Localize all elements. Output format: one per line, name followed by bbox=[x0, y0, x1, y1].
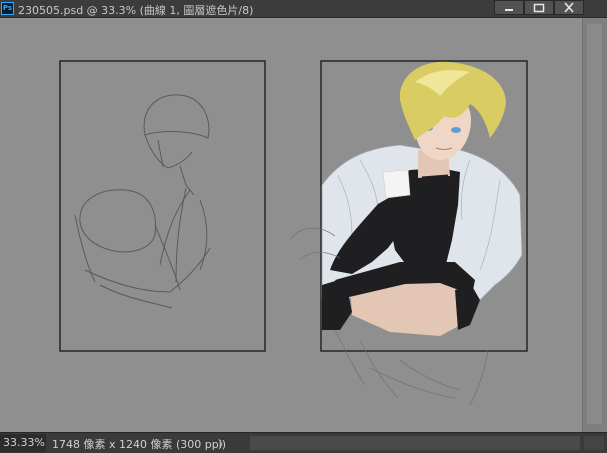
status-menu-arrow[interactable]: 〉 bbox=[218, 436, 229, 452]
paper-card bbox=[382, 169, 411, 199]
rough-sketch bbox=[74, 94, 211, 309]
minimize-button[interactable] bbox=[494, 0, 524, 15]
minimize-icon bbox=[505, 9, 513, 11]
resize-corner[interactable] bbox=[584, 436, 604, 450]
document-size-info: 1748 像素 x 1240 像素 (300 ppi) bbox=[52, 438, 227, 451]
document-canvas[interactable] bbox=[0, 18, 582, 432]
maximize-icon bbox=[533, 3, 545, 13]
zoom-level-field[interactable]: 33.33% bbox=[0, 434, 46, 452]
vertical-scrollbar[interactable] bbox=[582, 18, 607, 432]
vertical-scroll-thumb[interactable] bbox=[587, 24, 602, 424]
title-bar: Ps 230505.psd @ 33.3% (曲線 1, 圖層遮色片/8) bbox=[0, 0, 607, 18]
artwork bbox=[59, 60, 528, 406]
horizontal-scrollbar[interactable] bbox=[250, 436, 580, 450]
photoshop-app-icon: Ps bbox=[1, 2, 14, 15]
close-icon bbox=[564, 2, 574, 13]
maximize-button[interactable] bbox=[524, 0, 554, 15]
document-tab-title[interactable]: 230505.psd @ 33.3% (曲線 1, 圖層遮色片/8) bbox=[18, 2, 253, 18]
left-artboard bbox=[59, 60, 266, 352]
close-button[interactable] bbox=[554, 0, 584, 15]
status-bar: 33.33% 1748 像素 x 1240 像素 (300 ppi) 〉 bbox=[0, 432, 607, 453]
